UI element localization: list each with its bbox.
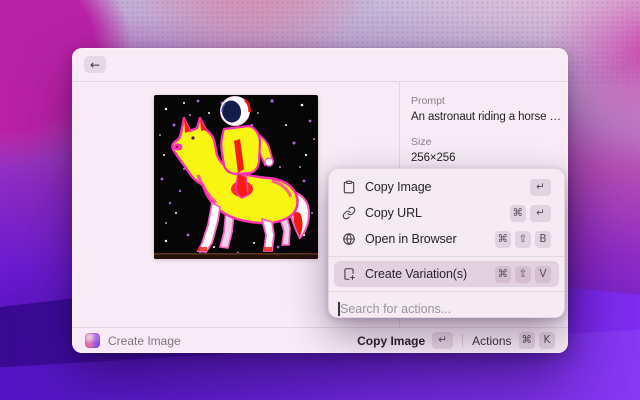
metadata-item-size: Size 256×256 (411, 136, 564, 164)
actions-menu-button[interactable]: Actions (472, 334, 511, 348)
v-key-badge: V (535, 266, 551, 283)
action-item-copy-image[interactable]: Copy Image ↵ (334, 174, 559, 200)
enter-key-badge: ↵ (432, 332, 453, 349)
link-icon (342, 206, 356, 220)
action-label: Create Variation(s) (365, 267, 467, 281)
extension-icon (85, 333, 100, 348)
metadata-item-prompt: Prompt An astronaut riding a horse in… (411, 95, 564, 123)
status-bar-divider (462, 334, 463, 347)
actions-panel: Copy Image ↵ Copy URL ⌘ ↵ Open in Browse… (328, 168, 565, 318)
metadata-label: Size (411, 136, 564, 148)
text-caret (338, 302, 340, 316)
metadata-value: 256×256 (411, 152, 563, 164)
actions-panel-separator (328, 291, 565, 292)
enter-key-badge: ↵ (530, 179, 551, 196)
action-label: Copy URL (365, 206, 422, 220)
new-document-plus-icon (342, 267, 356, 281)
k-key-badge: K (539, 332, 555, 349)
window-header: ← (72, 48, 568, 82)
cmd-key-badge: ⌘ (495, 231, 512, 248)
clipboard-icon (342, 180, 356, 194)
generated-image (154, 95, 318, 259)
back-button[interactable]: ← (84, 56, 106, 73)
globe-icon (342, 232, 356, 246)
back-arrow-icon: ← (90, 57, 100, 73)
status-bar: Create Image Copy Image ↵ Actions ⌘ K (72, 327, 568, 353)
metadata-value: An astronaut riding a horse in… (411, 111, 563, 123)
enter-key-badge: ↵ (530, 205, 551, 222)
action-item-copy-url[interactable]: Copy URL ⌘ ↵ (334, 200, 559, 226)
actions-search-input[interactable] (328, 296, 565, 318)
actions-search-row (328, 296, 565, 318)
metadata-label: Prompt (411, 95, 564, 107)
b-key-badge: B (535, 231, 551, 248)
cmd-key-badge: ⌘ (495, 266, 512, 283)
shift-key-badge: ⇧ (515, 266, 531, 283)
cmd-key-badge: ⌘ (510, 205, 527, 222)
action-label: Open in Browser (365, 232, 457, 246)
desktop: ← (0, 0, 640, 400)
cmd-key-badge: ⌘ (519, 332, 536, 349)
action-item-open-in-browser[interactable]: Open in Browser ⌘ ⇧ B (334, 226, 559, 252)
primary-action-button[interactable]: Copy Image (357, 334, 425, 348)
command-name: Create Image (108, 334, 181, 348)
shift-key-badge: ⇧ (515, 231, 531, 248)
actions-panel-separator (328, 256, 565, 257)
action-item-create-variations[interactable]: Create Variation(s) ⌘ ⇧ V (334, 261, 559, 287)
action-label: Copy Image (365, 180, 431, 194)
